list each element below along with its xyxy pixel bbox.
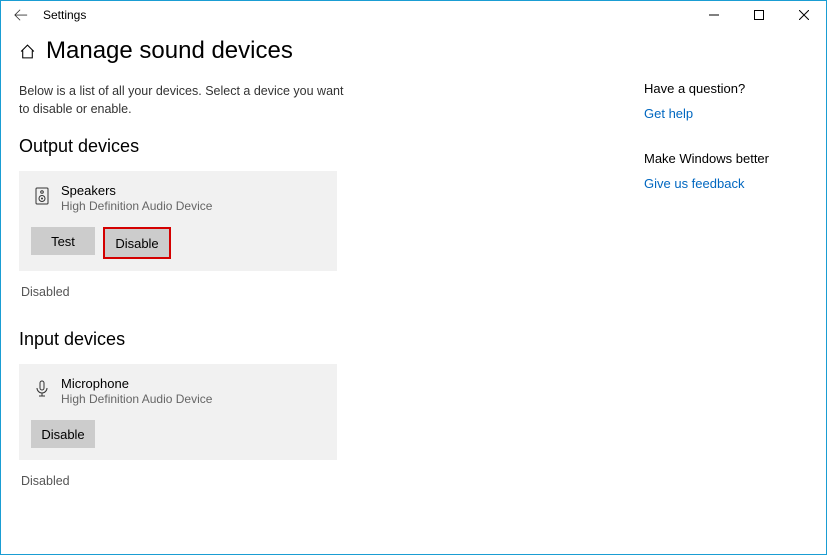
output-disable-button[interactable]: Disable (105, 229, 169, 257)
sidebar: Have a question? Get help Make Windows b… (644, 81, 769, 221)
input-disable-button[interactable]: Disable (31, 420, 95, 448)
input-device-header: Microphone High Definition Audio Device (31, 376, 325, 406)
output-button-row: Test Disable (31, 227, 325, 259)
intro-text: Below is a list of all your devices. Sel… (19, 83, 349, 118)
get-help-link[interactable]: Get help (644, 106, 769, 121)
title-bar: Settings (1, 1, 826, 29)
better-heading: Make Windows better (644, 151, 769, 166)
maximize-button[interactable] (736, 1, 781, 29)
maximize-icon (754, 10, 764, 20)
output-section-title: Output devices (19, 136, 349, 157)
disable-highlight: Disable (103, 227, 171, 259)
output-device-sub: High Definition Audio Device (61, 199, 212, 213)
input-device-card[interactable]: Microphone High Definition Audio Device … (19, 364, 337, 460)
window-controls (691, 1, 826, 29)
device-header: Speakers High Definition Audio Device (31, 183, 325, 213)
close-icon (799, 10, 809, 20)
close-button[interactable] (781, 1, 826, 29)
microphone-icon (31, 378, 53, 400)
output-device-card[interactable]: Speakers High Definition Audio Device Te… (19, 171, 337, 271)
minimize-icon (709, 10, 719, 20)
input-section-title: Input devices (19, 329, 349, 350)
back-button[interactable] (7, 1, 35, 29)
question-heading: Have a question? (644, 81, 769, 96)
output-device-name: Speakers (61, 183, 212, 198)
test-button[interactable]: Test (31, 227, 95, 255)
app-title: Settings (43, 8, 86, 22)
feedback-link[interactable]: Give us feedback (644, 176, 769, 191)
input-device-name: Microphone (61, 376, 212, 391)
input-status: Disabled (21, 474, 349, 488)
output-status: Disabled (21, 285, 349, 299)
page-header: Manage sound devices (19, 37, 349, 65)
input-button-row: Disable (31, 420, 325, 448)
home-icon[interactable] (19, 43, 36, 60)
input-device-sub: High Definition Audio Device (61, 392, 212, 406)
main-panel: Manage sound devices Below is a list of … (19, 37, 349, 518)
page-title: Manage sound devices (46, 37, 293, 65)
speaker-icon (31, 185, 53, 207)
minimize-button[interactable] (691, 1, 736, 29)
arrow-left-icon (14, 8, 28, 22)
